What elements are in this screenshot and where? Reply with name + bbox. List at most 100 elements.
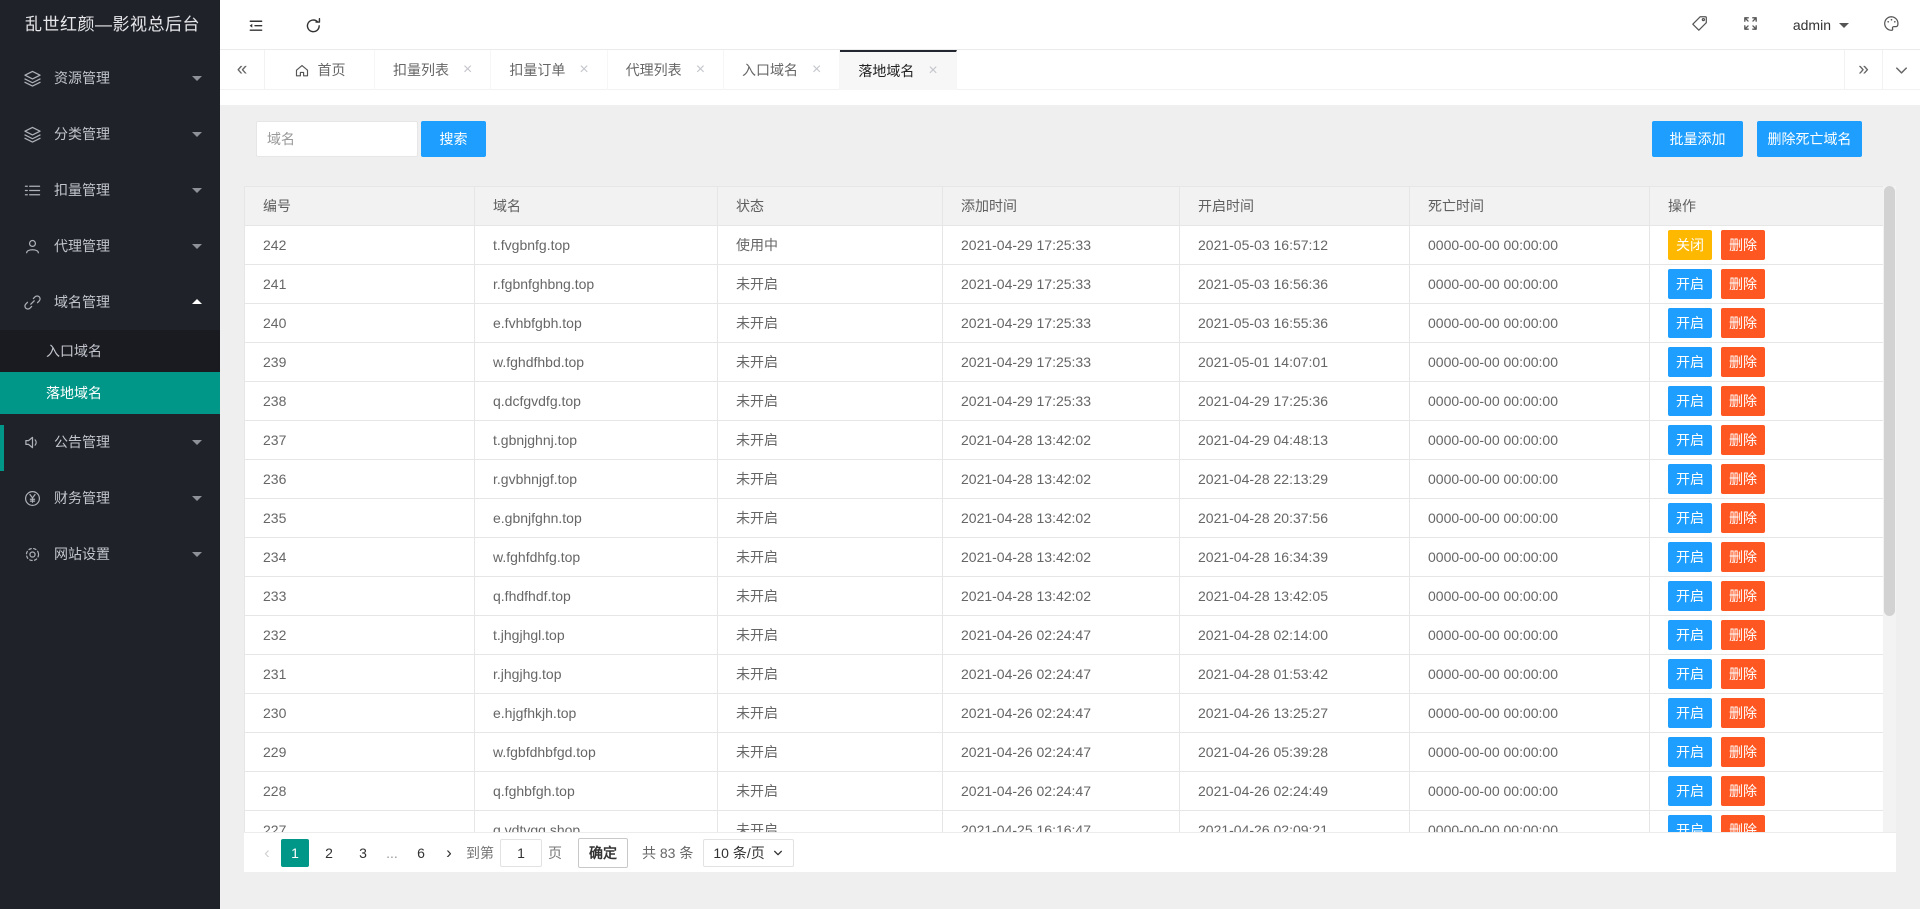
open-domain-button[interactable]: 开启	[1668, 542, 1712, 572]
tab-label: 首页	[317, 62, 346, 78]
tab-label: 落地域名	[858, 63, 915, 79]
open-domain-button[interactable]: 开启	[1668, 425, 1712, 455]
table-scrollbar[interactable]	[1883, 186, 1896, 832]
collapse-menu-icon[interactable]	[230, 0, 280, 50]
cell-opened: 2021-04-28 22:13:29	[1179, 459, 1410, 499]
column-header: 状态	[717, 186, 943, 226]
user-menu[interactable]: admin	[1793, 17, 1849, 33]
open-domain-button[interactable]: 开启	[1668, 308, 1712, 338]
open-domain-button[interactable]: 开启	[1668, 581, 1712, 611]
confirm-button[interactable]: 确定	[578, 837, 628, 868]
delete-dead-domains-button[interactable]: 删除死亡域名	[1757, 121, 1862, 157]
refresh-icon[interactable]	[288, 0, 338, 50]
cell-domain: t.gbnjghnj.top	[474, 420, 718, 460]
cell-died: 0000-00-00 00:00:00	[1409, 381, 1650, 421]
fullscreen-icon[interactable]	[1742, 15, 1759, 35]
chevron-down-icon	[192, 244, 202, 254]
cell-opened: 2021-04-28 20:37:56	[1179, 498, 1410, 538]
sidebar-item-domain[interactable]: 域名管理	[0, 274, 220, 330]
cell-opened: 2021-04-29 17:25:36	[1179, 381, 1410, 421]
tab-扣量列表[interactable]: 扣量列表 ×	[375, 50, 492, 90]
search-input[interactable]	[256, 121, 418, 157]
cell-id: 239	[244, 342, 475, 382]
tabs-scroll-left-icon[interactable]: «	[220, 50, 265, 90]
batch-add-button[interactable]: 批量添加	[1652, 121, 1743, 157]
goto-page-input[interactable]	[500, 838, 542, 867]
search-button[interactable]: 搜索	[421, 121, 486, 157]
delete-domain-button[interactable]: 删除	[1721, 776, 1765, 806]
sidebar-item-category[interactable]: 分类管理	[0, 106, 220, 162]
cell-added: 2021-04-26 02:24:47	[942, 654, 1180, 694]
tabs-menu-icon[interactable]	[1882, 50, 1920, 90]
cell-opened: 2021-05-03 16:56:36	[1179, 264, 1410, 304]
delete-domain-button[interactable]: 删除	[1721, 230, 1765, 260]
cell-added: 2021-04-28 13:42:02	[942, 576, 1180, 616]
open-domain-button[interactable]: 开启	[1668, 503, 1712, 533]
sidebar-item-agent[interactable]: 代理管理	[0, 218, 220, 274]
sidebar-subitem[interactable]: 入口域名	[0, 330, 220, 372]
page-number[interactable]: 3	[349, 839, 377, 867]
sidebar-item-deduct[interactable]: 扣量管理	[0, 162, 220, 218]
goto-label: 到第	[466, 844, 494, 861]
delete-domain-button[interactable]: 删除	[1721, 581, 1765, 611]
delete-domain-button[interactable]: 删除	[1721, 347, 1765, 377]
close-icon[interactable]: ×	[812, 62, 821, 78]
open-domain-button[interactable]: 开启	[1668, 698, 1712, 728]
total-count-label: 共 83 条	[642, 844, 694, 861]
open-domain-button[interactable]: 开启	[1668, 659, 1712, 689]
tab-扣量订单[interactable]: 扣量订单 ×	[491, 50, 608, 90]
page-number[interactable]: 2	[315, 839, 343, 867]
page-number[interactable]: 6	[407, 839, 435, 867]
palette-icon[interactable]	[1883, 15, 1900, 35]
sidebar-item-finance[interactable]: 财务管理	[0, 470, 220, 526]
open-domain-button[interactable]: 开启	[1668, 269, 1712, 299]
tabbar-right: »	[1844, 50, 1920, 90]
cell-added: 2021-04-26 02:24:47	[942, 771, 1180, 811]
close-icon[interactable]: ×	[928, 63, 937, 79]
page-next-icon[interactable]: ›	[438, 843, 460, 863]
open-domain-button[interactable]: 开启	[1668, 776, 1712, 806]
delete-domain-button[interactable]: 删除	[1721, 620, 1765, 650]
sidebar-item-label: 分类管理	[54, 126, 110, 142]
delete-domain-button[interactable]: 删除	[1721, 737, 1765, 767]
delete-domain-button[interactable]: 删除	[1721, 464, 1765, 494]
page-size-value: 10 条/页	[713, 844, 765, 861]
tag-icon[interactable]	[1691, 15, 1708, 35]
close-icon[interactable]: ×	[463, 62, 472, 78]
tab-代理列表[interactable]: 代理列表 ×	[608, 50, 725, 90]
close-icon[interactable]: ×	[696, 62, 705, 78]
delete-domain-button[interactable]: 删除	[1721, 503, 1765, 533]
tab-落地域名[interactable]: 落地域名 ×	[840, 50, 957, 90]
delete-domain-button[interactable]: 删除	[1721, 425, 1765, 455]
cell-id: 229	[244, 732, 475, 772]
tab-首页[interactable]: 首页	[265, 50, 375, 90]
tab-入口域名[interactable]: 入口域名 ×	[724, 50, 841, 90]
user-icon	[24, 237, 42, 255]
sidebar-item-resource[interactable]: 资源管理	[0, 50, 220, 106]
page-number[interactable]: 1	[281, 838, 309, 867]
delete-domain-button[interactable]: 删除	[1721, 542, 1765, 572]
delete-domain-button[interactable]: 删除	[1721, 308, 1765, 338]
open-domain-button[interactable]: 开启	[1668, 737, 1712, 767]
delete-domain-button[interactable]: 删除	[1721, 698, 1765, 728]
open-domain-button[interactable]: 开启	[1668, 620, 1712, 650]
topbar: admin	[220, 0, 1920, 50]
delete-domain-button[interactable]: 删除	[1721, 659, 1765, 689]
sidebar-item-notice[interactable]: 公告管理	[0, 414, 220, 470]
cell-died: 0000-00-00 00:00:00	[1409, 498, 1650, 538]
sidebar-item-site[interactable]: 网站设置	[0, 526, 220, 582]
delete-domain-button[interactable]: 删除	[1721, 386, 1765, 416]
sidebar-subitem[interactable]: 落地域名	[0, 372, 220, 414]
open-domain-button[interactable]: 开启	[1668, 347, 1712, 377]
open-domain-button[interactable]: 开启	[1668, 464, 1712, 494]
close-icon[interactable]: ×	[579, 62, 588, 78]
table-scrollbar-thumb[interactable]	[1884, 186, 1895, 616]
open-domain-button[interactable]: 开启	[1668, 386, 1712, 416]
chevron-down-icon	[192, 552, 202, 562]
delete-domain-button[interactable]: 删除	[1721, 269, 1765, 299]
close-domain-button[interactable]: 关闭	[1668, 230, 1712, 260]
page-prev-icon[interactable]: ‹	[256, 843, 278, 863]
sidebar-scrollbar-thumb[interactable]	[0, 425, 4, 471]
page-size-select[interactable]: 10 条/页	[703, 838, 794, 867]
tabs-scroll-right-icon[interactable]: »	[1844, 50, 1882, 90]
